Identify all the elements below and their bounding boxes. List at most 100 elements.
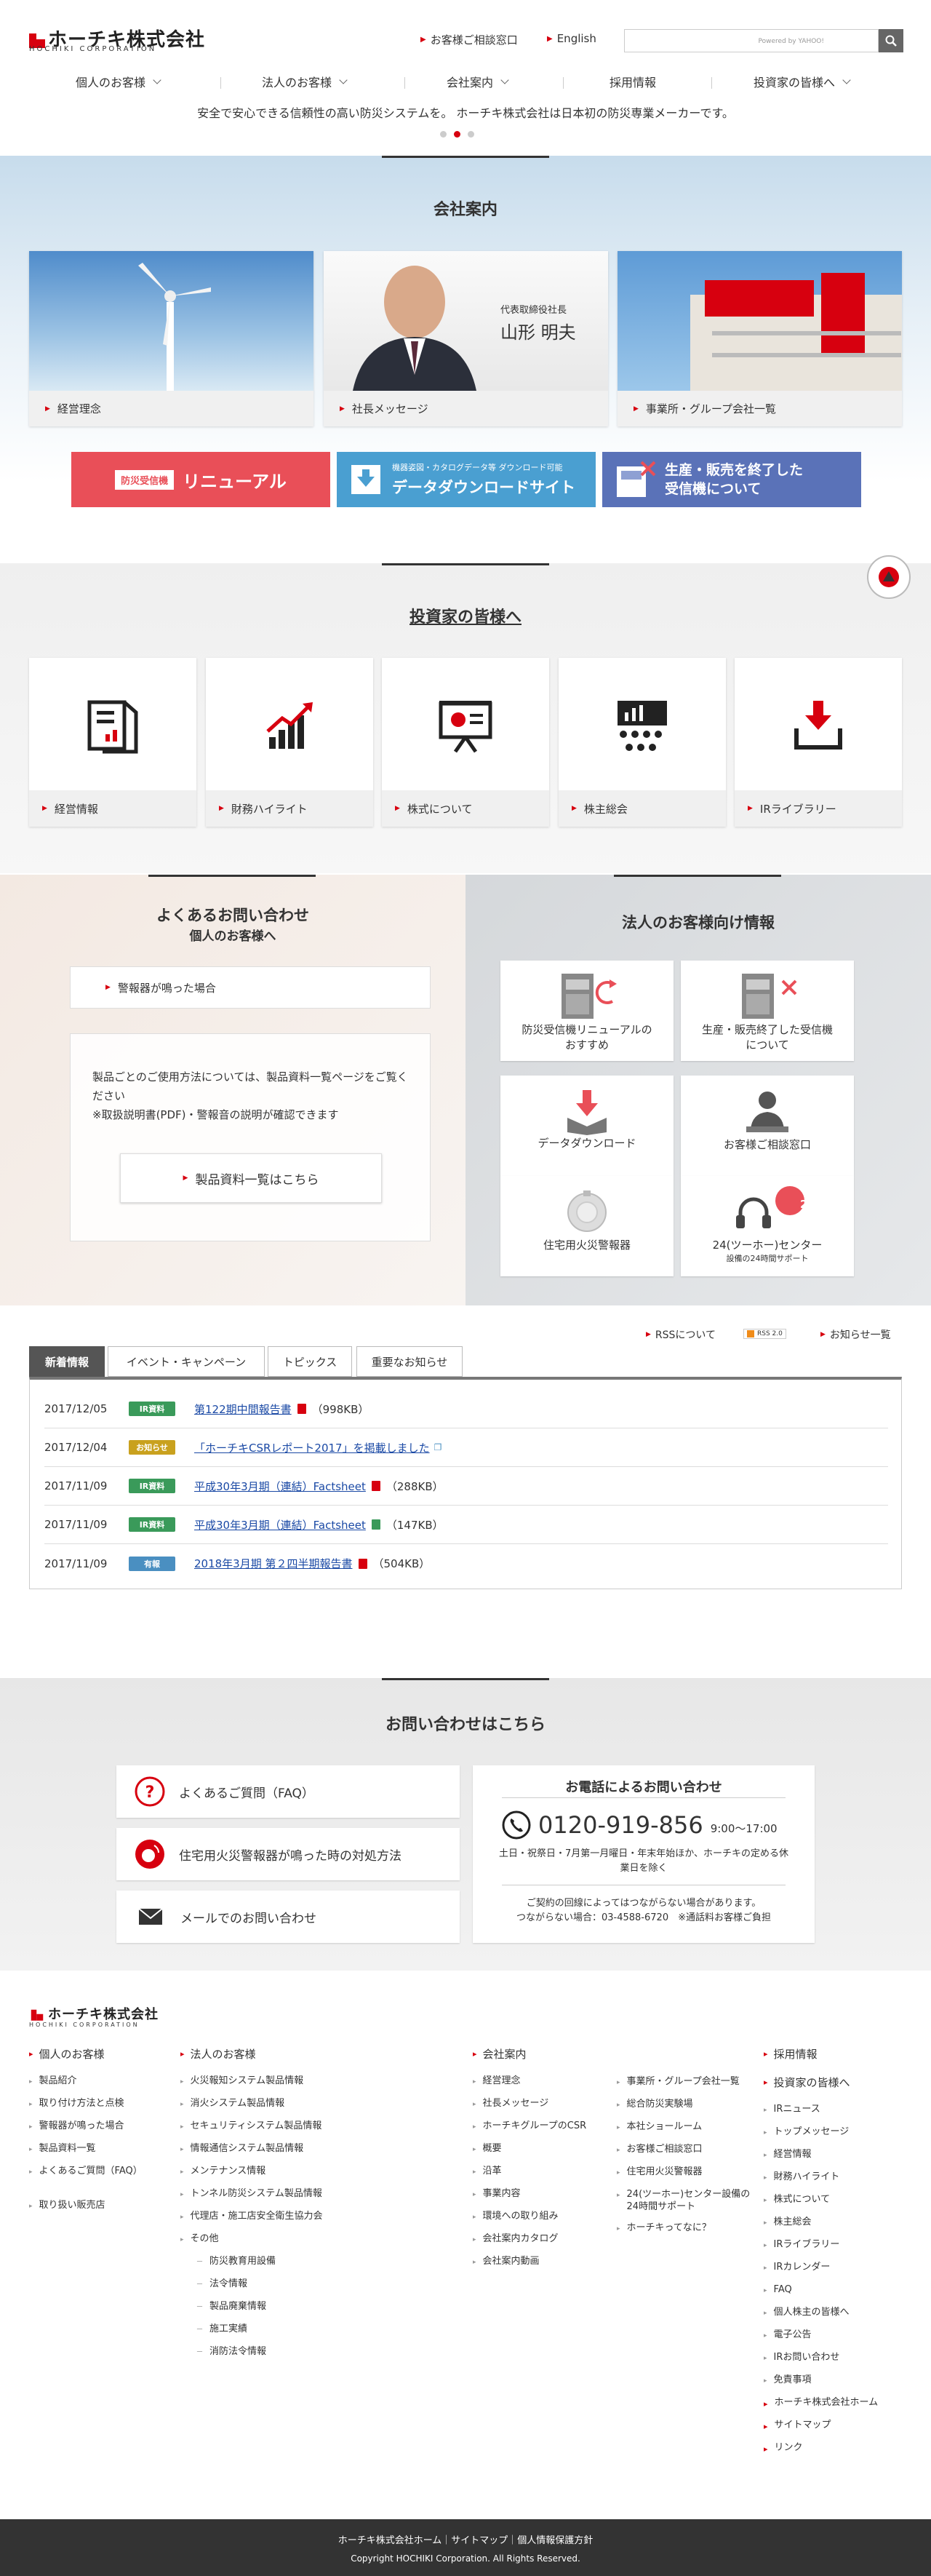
news-title-link[interactable]: 「ホーチキCSRレポート2017」を掲載しました: [194, 1440, 430, 1455]
footer-link[interactable]: ホーチキってなに？: [617, 2222, 755, 2235]
page-top-button[interactable]: [867, 555, 911, 599]
corp-tile-24h-center[interactable]: 24h 24(ツーホー)センター 設備の24時間サポート: [681, 1176, 854, 1276]
footer-sublink[interactable]: 防災教育用設備: [196, 2255, 457, 2269]
tab-important[interactable]: 重要なお知らせ: [356, 1346, 463, 1377]
footer-link[interactable]: メンテナンス情報: [180, 2165, 457, 2179]
footer-link[interactable]: 環境への取り組み: [473, 2210, 604, 2224]
footer-link[interactable]: 財務ハイライト: [764, 2171, 909, 2185]
phone-number[interactable]: 0120-919-856: [538, 1811, 703, 1839]
footer-link[interactable]: IRカレンダー: [764, 2261, 909, 2275]
banner-discontinued[interactable]: 生産・販売を終了した 受信機について: [602, 452, 861, 507]
card-president[interactable]: 代表取締役社長 山形 明夫 ▶ 社長メッセージ: [324, 251, 608, 426]
product-docs-button[interactable]: ▶ 製品資料一覧はこちら: [120, 1153, 382, 1203]
bottom-links[interactable]: ホーチキ株式会社ホーム｜サイトマップ｜個人情報保護方針: [0, 2519, 931, 2546]
footer-sublink[interactable]: 施工実績: [196, 2323, 457, 2337]
footer-sublink[interactable]: 消防法令情報: [196, 2345, 457, 2359]
news-list-link[interactable]: ▶ お知らせ一覧: [820, 1327, 891, 1342]
tile-management[interactable]: ▶ 経営情報: [29, 658, 196, 827]
footer-link[interactable]: 消火システム製品情報: [180, 2097, 457, 2111]
footer-sublink[interactable]: 製品廃棄情報: [196, 2300, 457, 2314]
footer-link[interactable]: 事業所・グループ会社一覧: [617, 2075, 755, 2089]
alarm-guide-button[interactable]: 住宅用火災警報器が鳴った時の対処方法: [116, 1828, 460, 1880]
corp-tile-alarm[interactable]: 住宅用火災警報器: [500, 1176, 674, 1276]
alarm-link[interactable]: ▶ 警報器が鳴った場合: [70, 966, 431, 1009]
footer-logo[interactable]: ホーチキ株式会社: [29, 2004, 159, 2023]
consult-link[interactable]: ▶ お客様ご相談窓口: [420, 32, 518, 47]
footer-link[interactable]: ホーチキグループのCSR: [473, 2120, 604, 2134]
footer-link[interactable]: 総合防災実験場: [617, 2098, 755, 2112]
tile-shareholders[interactable]: ▶ 株主総会: [559, 658, 726, 827]
corp-tile-download[interactable]: データダウンロード: [500, 1076, 674, 1176]
banner-renewal[interactable]: 防災受信機 リニューアル: [71, 452, 330, 507]
footer-link[interactable]: セキュリティシステム製品情報: [180, 2120, 457, 2134]
english-link[interactable]: ▶ English: [547, 32, 596, 45]
footer-link[interactable]: 事業内容: [473, 2187, 604, 2201]
footer-link[interactable]: トップメッセージ: [764, 2126, 909, 2139]
news-title-link[interactable]: 第122期中間報告書: [194, 1402, 292, 1417]
tab-topics[interactable]: トピックス: [268, 1346, 352, 1377]
footer-link[interactable]: よくあるご質問（FAQ）: [29, 2165, 167, 2179]
news-title-link[interactable]: 平成30年3月期（連結）Factsheet: [194, 1479, 366, 1494]
footer-heading[interactable]: 会社案内: [473, 2046, 604, 2062]
footer-link[interactable]: 警報器が鳴った場合: [29, 2120, 167, 2134]
slider-dot[interactable]: [468, 131, 474, 138]
footer-link[interactable]: リンク: [764, 2441, 909, 2455]
footer-link[interactable]: サイトマップ: [764, 2419, 909, 2433]
footer-link[interactable]: 取り付け方法と点検: [29, 2097, 167, 2111]
tab-new[interactable]: 新着情報: [29, 1346, 105, 1377]
news-title-link[interactable]: 2018年3月期 第２四半期報告書: [194, 1556, 353, 1571]
footer-heading[interactable]: 採用情報: [764, 2046, 909, 2062]
mail-contact-button[interactable]: メールでのお問い合わせ: [116, 1891, 460, 1943]
footer-link[interactable]: 取り扱い販売店: [29, 2199, 167, 2213]
rss-badge[interactable]: RSS 2.0: [743, 1329, 786, 1339]
footer-link[interactable]: 住宅用火災警報器: [617, 2166, 755, 2179]
footer-heading[interactable]: 個人のお客様: [29, 2046, 167, 2062]
footer-link[interactable]: 社長メッセージ: [473, 2097, 604, 2111]
footer-link[interactable]: 会社案内カタログ: [473, 2233, 604, 2246]
footer-link[interactable]: 24(ツーホー)センター設備の24時間サポート: [617, 2188, 755, 2213]
footer-link[interactable]: 概要: [473, 2142, 604, 2156]
footer-link[interactable]: 個人株主の皆様へ: [764, 2306, 909, 2320]
tile-ir-library[interactable]: ▶ IRライブラリー: [735, 658, 902, 827]
footer-link[interactable]: 電子公告: [764, 2329, 909, 2342]
search-button[interactable]: [879, 29, 903, 52]
footer-link[interactable]: FAQ: [764, 2283, 909, 2297]
slider-dot[interactable]: [440, 131, 447, 138]
tab-events[interactable]: イベント・キャンペーン: [108, 1346, 265, 1377]
search-field[interactable]: Powered by YAHOO!: [624, 29, 879, 52]
rss-link[interactable]: ▶ RSSについて: [646, 1327, 716, 1342]
footer-link[interactable]: 製品紹介: [29, 2075, 167, 2088]
card-philosophy[interactable]: ▶ 経営理念: [29, 251, 313, 426]
footer-link[interactable]: 情報通信システム製品情報: [180, 2142, 457, 2156]
footer-link[interactable]: 経営理念: [473, 2075, 604, 2088]
nav-investors[interactable]: 投資家の皆様へ: [754, 67, 851, 96]
news-title-link[interactable]: 平成30年3月期（連結）Factsheet: [194, 1517, 366, 1533]
investors-title[interactable]: 投資家の皆様へ: [0, 604, 931, 627]
footer-link[interactable]: 代理店・施工店安全衛生協力会: [180, 2210, 457, 2224]
footer-link[interactable]: ホーチキ株式会社ホーム: [764, 2396, 909, 2410]
footer-sublink[interactable]: 法令情報: [196, 2278, 457, 2291]
footer-link[interactable]: その他: [180, 2233, 457, 2246]
tile-stock[interactable]: ▶ 株式について: [382, 658, 549, 827]
footer-link[interactable]: 免責事項: [764, 2374, 909, 2388]
footer-link[interactable]: 株主総会: [764, 2216, 909, 2230]
nav-company[interactable]: 会社案内: [447, 67, 509, 96]
footer-link[interactable]: 製品資料一覧: [29, 2142, 167, 2156]
footer-link[interactable]: トンネル防災システム製品情報: [180, 2187, 457, 2201]
banner-download[interactable]: 機器姿図・カタログデータ等 ダウンロード可能 データダウンロードサイト: [337, 452, 596, 507]
footer-link[interactable]: 会社案内動画: [473, 2255, 604, 2269]
footer-link[interactable]: 経営情報: [764, 2148, 909, 2162]
nav-business[interactable]: 法人のお客様: [262, 67, 348, 96]
corp-tile-renewal[interactable]: 防災受信機リニューアルの おすすめ: [500, 961, 674, 1061]
search-input[interactable]: [625, 30, 878, 52]
footer-link[interactable]: 沿革: [473, 2165, 604, 2179]
footer-heading[interactable]: 法人のお客様: [180, 2046, 457, 2062]
card-offices[interactable]: ▶ 事業所・グループ会社一覧: [618, 251, 902, 426]
footer-heading[interactable]: 投資家の皆様へ: [764, 2075, 909, 2090]
corp-tile-consult[interactable]: お客様ご相談窓口: [681, 1076, 854, 1176]
nav-personal[interactable]: 個人のお客様: [76, 67, 161, 96]
footer-link[interactable]: IRライブラリー: [764, 2238, 909, 2252]
nav-recruit[interactable]: 採用情報: [610, 67, 656, 96]
footer-link[interactable]: 株式について: [764, 2193, 909, 2207]
footer-link[interactable]: お客様ご相談窓口: [617, 2143, 755, 2157]
